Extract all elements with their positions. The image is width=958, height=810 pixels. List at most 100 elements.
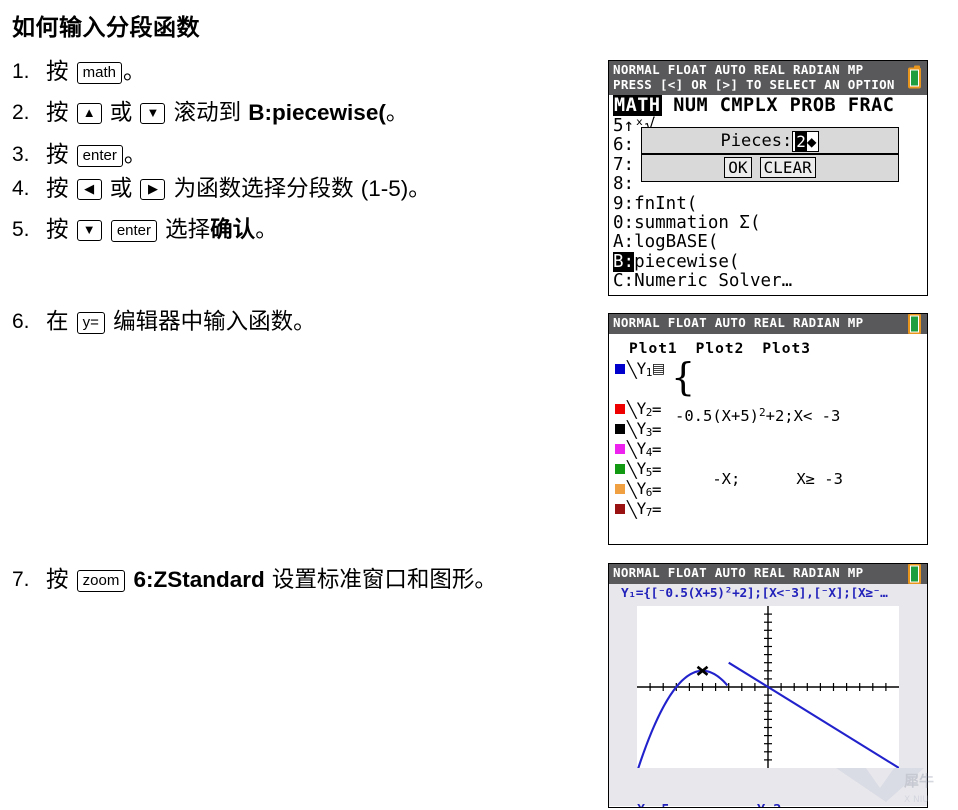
trace-y-value: Y=2 [757,802,781,807]
key-arrow-up-icon[interactable]: ▲ [76,103,102,124]
y-function-equals: = [651,439,662,459]
menu-item-b-marker: B: [613,251,635,272]
curve-piece-2 [728,661,900,769]
step-fragment: 。 [123,142,147,168]
step-text: 按 math。 [46,55,586,89]
step-fragment: 为函数选择分段数 [166,176,361,202]
line-color-swatch[interactable] [615,404,625,414]
battery-icon-3 [908,564,921,585]
menu-item-0-summation[interactable]: 0:summation Σ( [613,213,927,233]
step-fragment: 。 [408,176,431,202]
step-item-3: 3. 按 enter。 [12,138,597,172]
menu-item-c-numeric-solver[interactable]: C:Numeric Solver… [613,271,927,291]
line-color-swatch[interactable] [615,364,625,374]
step-fragment: 。 [255,217,278,243]
battery-icon [908,65,921,89]
graph-svg [636,606,900,773]
ok-button[interactable]: OK [724,157,752,179]
plot2-toggle[interactable]: Plot2 [696,341,745,357]
step-number: 3. [12,143,30,166]
line-color-swatch[interactable] [615,424,625,434]
graph-plot-area[interactable] [636,606,900,773]
eq-post: +2;X< -3 [765,407,841,425]
status-line-hint: PRESS [<] OR [>] TO SELECT AN OPTION [613,77,895,92]
step-item-7: 7. 按 zoom 6:ZStandard 设置标准窗口和图形。 [12,563,597,597]
y-editor-body: Plot1 Plot2 Plot3 ╲ Y1 ▤ ╲ Y2 = ╲ Y3 = ╲ Y4 = ╲ Y5 = ╲ Y6 =… [609,334,927,543]
key-arrow-down-icon[interactable]: ▼ [76,220,102,241]
step-number: 2. [12,101,30,124]
step-number: 4. [12,177,30,200]
calculator-screen-math-menu: NORMAL FLOAT AUTO REAL RADIAN MP PRESS [… [608,60,928,296]
clear-button[interactable]: CLEAR [759,157,816,179]
step-fragment: 在 [46,309,76,335]
battery-icon-2 [908,314,921,335]
menu-item-b-label: piecewise( [634,251,740,272]
calculator-screen-y-editor: NORMAL FLOAT AUTO REAL RADIAN MP Plot1 Pl… [608,313,928,545]
step-fragment: 滚动到 [166,100,249,126]
graph-equation-label: Y₁={[⁻0.5(X+5)²+2];[X<⁻3],[⁻X];[X≥⁻… [621,586,888,601]
tab-cmplx[interactable]: CMPLX [720,95,778,116]
step-number: 7. [12,568,30,591]
step-text: 按 zoom 6:ZStandard 设置标准窗口和图形。 [46,563,586,597]
step-fragment [103,217,110,243]
line-style-icon[interactable]: ╲ [627,400,637,419]
menu-item-9-fnint[interactable]: 9:fnInt( [613,194,927,214]
y-function-label: Y4 [636,439,653,459]
tab-frac[interactable]: FRAC [848,95,895,116]
step-fragment: 按 [46,217,76,243]
line-style-icon[interactable]: ╲ [627,440,637,459]
pieces-input[interactable]: 2◆ [792,130,820,152]
key-y-icon[interactable]: y= [76,312,105,334]
status-bar-1: NORMAL FLOAT AUTO REAL RADIAN MP PRESS [… [609,61,927,95]
pieces-dialog-buttons: OK CLEAR [642,155,898,181]
key-zoom-icon[interactable]: zoom [76,570,126,592]
pieces-dialog[interactable]: Pieces: 2◆ OK CLEAR [641,127,899,182]
tab-prob[interactable]: PROB [790,95,837,116]
line-style-icon[interactable]: ╲ [627,500,637,519]
y1-equation-line2: -X; X≥ -3 [675,470,843,488]
line-color-swatch[interactable] [615,504,625,514]
key-enter-icon[interactable]: enter [110,220,158,242]
plot-toggles[interactable]: Plot1 Plot2 Plot3 [615,339,927,359]
plot3-toggle[interactable]: Plot3 [762,341,811,357]
math-menu-body: MATH NUM CMPLX PROB FRAC 5↑ˣ√ 6: 7: 8: 9… [609,95,927,295]
step-text: 在 y= 编辑器中输入函数。 [46,305,586,339]
y-function-equals: = [651,479,662,499]
y-function-label: Y1 [636,359,653,379]
y1-equation-line1: -0.5(X+5)2+2;X< -3 [675,402,843,427]
line-color-swatch[interactable] [615,484,625,494]
line-color-swatch[interactable] [615,464,625,474]
step-item-6: 6. 在 y= 编辑器中输入函数。 [12,305,597,339]
step-text: 按 enter。 [46,138,586,172]
status-line-mode-3: NORMAL FLOAT AUTO REAL RADIAN MP [613,565,864,580]
pieces-dialog-row: Pieces: 2◆ [642,128,898,155]
step-fragment: 或 [102,176,140,202]
pieces-stepper-icon[interactable]: ◆ [807,132,817,151]
line-style-icon[interactable]: ╲ [627,420,637,439]
step-text: 按 ▲ 或 ▼ 滚动到 B:piecewise(。 [46,96,586,130]
math-menu-tabs[interactable]: MATH NUM CMPLX PROB FRAC [613,95,927,117]
key-arrow-right-icon[interactable]: ▶ [140,179,166,200]
eq-exponent: 2 [759,406,766,419]
step-emphasis: 确认 [210,217,256,242]
tab-num[interactable]: NUM [673,95,708,116]
y1-equation[interactable]: -0.5(X+5)2+2;X< -3 -X; X≥ -3 [675,360,843,532]
tab-math[interactable]: MATH [613,95,662,116]
menu-item-a-logbase[interactable]: A:logBASE( [613,233,927,253]
key-arrow-left-icon[interactable]: ◀ [76,179,102,200]
line-style-icon[interactable]: ╲ [627,480,637,499]
line-color-swatch[interactable] [615,444,625,454]
step-text: 按 ▼ enter 选择确认。 [46,213,586,247]
menu-item-b-piecewise[interactable]: B:piecewise( [613,251,927,272]
step-fragment: 或 [102,100,140,126]
line-style-icon[interactable]: ╲ [627,360,637,379]
key-arrow-down-icon[interactable]: ▼ [140,103,166,124]
key-enter-icon[interactable]: enter [76,145,123,167]
key-math-icon[interactable]: math [76,62,123,84]
step-item-2: 2. 按 ▲ 或 ▼ 滚动到 B:piecewise(。 [12,96,597,130]
y-function-equals: = [651,399,662,419]
step-emphasis: 6:ZStandard [133,567,265,592]
line-style-icon[interactable]: ╲ [627,460,637,479]
instructions-column: 如何输入分段函数 1. 按 math。 2. 按 ▲ 或 ▼ 滚动到 B:piece… [0,0,600,810]
step-item-1: 1. 按 math。 [12,55,597,89]
